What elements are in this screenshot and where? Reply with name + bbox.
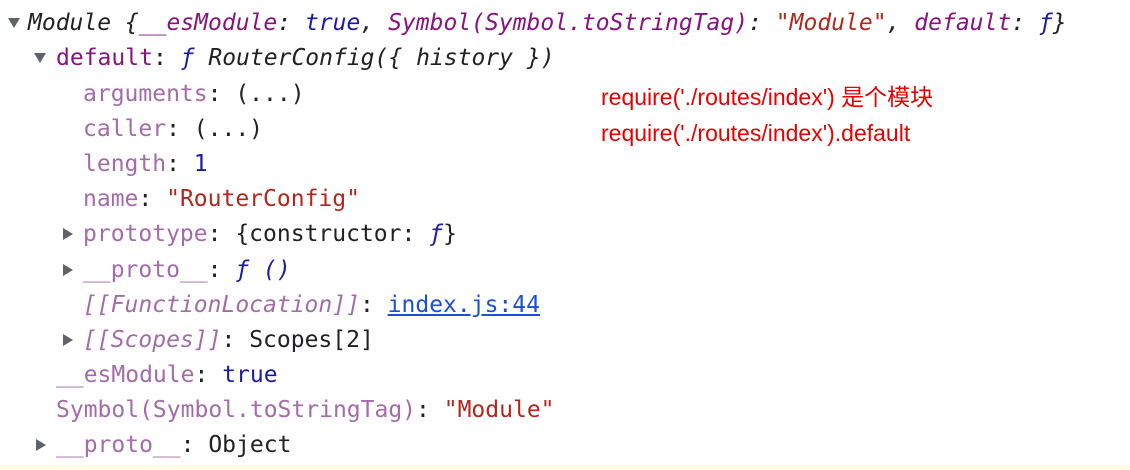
- function-glyph: ƒ: [180, 45, 195, 71]
- annotation-line-2: require('./routes/index').default: [601, 120, 911, 146]
- property-key: [[FunctionLocation]]: [83, 292, 360, 318]
- property-key: caller: [83, 116, 167, 142]
- expand-triangle-icon[interactable]: [34, 53, 46, 63]
- source-link[interactable]: index.js:44: [388, 292, 540, 318]
- expand-triangle-icon[interactable]: [63, 264, 73, 276]
- property-value: "Module": [443, 397, 555, 423]
- property-key: length: [83, 151, 167, 177]
- property-key: __proto__: [56, 432, 181, 458]
- property-value[interactable]: (...): [194, 116, 263, 142]
- summary-value-default: ƒ: [1038, 10, 1053, 36]
- property-value[interactable]: (...): [235, 81, 304, 107]
- summary-key-tostringtag: Symbol(Symbol.toStringTag): [388, 10, 749, 36]
- property-key: arguments: [83, 81, 208, 107]
- function-glyph: ƒ: [429, 221, 444, 247]
- property-value: Scopes[2]: [249, 327, 374, 353]
- function-signature: RouterConfig({ history }): [208, 45, 555, 71]
- default-key: default: [56, 45, 153, 71]
- annotation-line-1: require('./routes/index') 是个模块: [601, 84, 934, 110]
- property-value: 1: [193, 151, 208, 177]
- module-prefix: Module {: [28, 10, 139, 36]
- summary-key-default: default: [914, 10, 1012, 36]
- summary-key-esmodule: __esModule: [138, 10, 278, 36]
- summary-value-esmodule: true: [304, 10, 361, 36]
- module-suffix: }: [1052, 10, 1067, 36]
- property-value: "RouterConfig": [166, 186, 360, 212]
- expand-triangle-icon[interactable]: [36, 439, 46, 451]
- property-value: Object: [208, 432, 292, 458]
- expand-triangle-icon[interactable]: [63, 334, 73, 346]
- property-key: Symbol(Symbol.toStringTag): [56, 397, 417, 423]
- property-value: ƒ (): [235, 257, 291, 283]
- property-key: name: [83, 186, 139, 212]
- console-input-strip: [0, 465, 1130, 470]
- property-key: prototype: [83, 221, 208, 247]
- property-value-close: }: [443, 221, 457, 247]
- property-value: {constructor:: [235, 221, 430, 247]
- summary-value-tostringtag: "Module": [775, 10, 887, 36]
- expand-triangle-icon[interactable]: [8, 18, 20, 28]
- property-key: __esModule: [56, 362, 195, 388]
- property-value: true: [222, 362, 278, 388]
- module-summary-text: Module {__esModule: true, Symbol(Symbol.…: [28, 10, 1067, 36]
- property-key: [[Scopes]]: [83, 327, 222, 353]
- property-key: __proto__: [83, 257, 208, 283]
- expand-triangle-icon[interactable]: [63, 228, 73, 240]
